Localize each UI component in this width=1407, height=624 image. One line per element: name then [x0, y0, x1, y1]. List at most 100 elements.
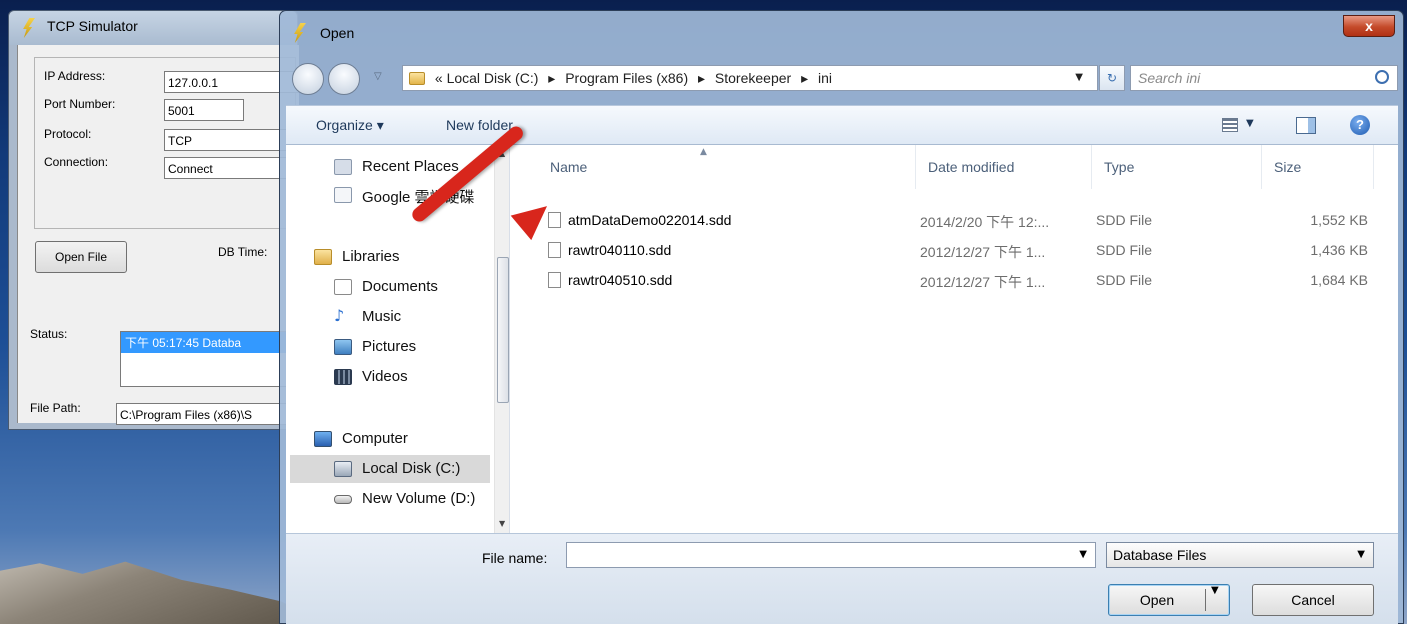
file-type-filter-value: Database Files [1113, 547, 1207, 563]
dialog-footer: File name: ▼ Database Files ▼ Open ▼ Can… [286, 533, 1398, 624]
help-icon[interactable]: ? [1350, 115, 1370, 135]
dialog-toolbar: Organize ▾ New folder ▼ ? [286, 105, 1398, 145]
file-name[interactable]: rawtr040110.sdd [568, 242, 671, 258]
new-folder-button[interactable]: New folder [446, 117, 513, 133]
file-icon [548, 242, 561, 258]
folder-icon [409, 72, 425, 85]
nav-item-label: Computer [342, 430, 408, 447]
nav-item-libraries[interactable]: Libraries [286, 243, 494, 271]
file-size: 1,552 KB [1310, 212, 1368, 228]
organize-button[interactable]: Organize ▾ [316, 117, 384, 134]
file-type-filter-select[interactable]: Database Files ▼ [1106, 542, 1374, 568]
close-button[interactable]: x [1343, 15, 1395, 37]
nav-item-label: Documents [362, 278, 438, 295]
nav-item-local-disk[interactable]: Local Disk (C:) [290, 455, 490, 483]
column-header-name[interactable]: Name [538, 145, 916, 189]
port-number-field[interactable]: 5001 [164, 99, 244, 121]
forward-button[interactable] [328, 63, 360, 95]
search-icon[interactable] [1375, 70, 1389, 84]
dialog-bolt-icon [294, 23, 306, 43]
recent-pages-chevron-icon[interactable]: ▽ [374, 71, 382, 82]
file-icon [548, 272, 561, 288]
open-dialog: Open x ▽ « Local Disk (C:) ▸ Program Fil… [279, 10, 1404, 624]
videos-icon [334, 369, 352, 385]
view-options-icon[interactable] [1222, 118, 1238, 132]
nav-item-pictures[interactable]: Pictures [286, 333, 494, 361]
file-size: 1,684 KB [1310, 272, 1368, 288]
file-type: SDD File [1096, 212, 1153, 228]
file-name-label: File name: [482, 550, 548, 566]
computer-icon [314, 431, 332, 447]
breadcrumb-separator-icon[interactable]: ▸ [801, 70, 808, 86]
file-name-input[interactable]: ▼ [566, 542, 1096, 568]
file-date: 2012/12/27 下午 1... [920, 244, 1046, 260]
app-bolt-icon [23, 18, 35, 38]
status-list[interactable]: 下午 05:17:45 Databa [120, 331, 296, 387]
breadcrumb-separator-icon[interactable]: ▸ [548, 70, 555, 86]
preview-pane-icon[interactable] [1296, 117, 1316, 134]
port-number-label: Port Number: [44, 97, 116, 111]
column-header-date-modified[interactable]: Date modified [916, 145, 1092, 189]
search-input[interactable]: Search ini [1130, 65, 1398, 91]
nav-scroll-thumb[interactable] [497, 257, 509, 403]
tcp-client-area: IP Address: 127.0.0.1 Port Number: 5001 … [17, 45, 306, 425]
nav-item-label: Pictures [362, 338, 417, 355]
status-list-item[interactable]: 下午 05:17:45 Databa [121, 332, 295, 353]
protocol-label: Protocol: [44, 127, 92, 141]
refresh-icon[interactable]: ↻ [1099, 65, 1125, 91]
file-row[interactable]: atmDataDemo022014.sdd 2014/2/20 下午 12:..… [510, 205, 1398, 235]
tcp-window-title: TCP Simulator [47, 18, 138, 34]
dialog-title-bar[interactable]: Open [280, 11, 1403, 51]
nav-scrollbar[interactable]: ▲ ▼ [494, 145, 509, 533]
address-dropdown-icon[interactable]: ▼ [1075, 72, 1083, 83]
recent-places-icon [334, 159, 352, 175]
back-button[interactable] [292, 63, 324, 95]
breadcrumb-separator-icon[interactable]: ▸ [698, 70, 705, 86]
file-name-dropdown-icon[interactable]: ▼ [1079, 549, 1087, 560]
tcp-title-bar[interactable]: TCP Simulator [9, 11, 297, 45]
nav-item-music[interactable]: ♪ Music [286, 303, 494, 331]
nav-item-new-volume[interactable]: New Volume (D:) [286, 485, 494, 513]
nav-item-videos[interactable]: Videos [286, 363, 494, 391]
tcp-simulator-window: TCP Simulator IP Address: 127.0.0.1 Port… [8, 10, 306, 430]
nav-item-label: Local Disk (C:) [362, 460, 461, 477]
file-type: SDD File [1096, 272, 1153, 288]
breadcrumb-ini[interactable]: ini [818, 70, 832, 86]
ip-address-label: IP Address: [44, 69, 106, 83]
nav-item-documents[interactable]: Documents [286, 273, 494, 301]
breadcrumb-storekeeper[interactable]: Storekeeper [715, 70, 791, 86]
filter-dropdown-icon[interactable]: ▼ [1357, 549, 1365, 560]
open-file-button[interactable]: Open File [35, 241, 127, 273]
file-row[interactable]: rawtr040510.sdd 2012/12/27 下午 1... SDD F… [510, 265, 1398, 295]
open-button[interactable]: Open ▼ [1108, 584, 1230, 616]
open-button-label: Open [1139, 592, 1175, 608]
pictures-icon [334, 339, 352, 355]
file-type: SDD File [1096, 242, 1153, 258]
file-path-field[interactable]: C:\Program Files (x86)\S [116, 403, 306, 425]
address-bar[interactable]: « Local Disk (C:) ▸ Program Files (x86) … [402, 65, 1098, 91]
file-date: 2012/12/27 下午 1... [920, 274, 1046, 290]
navigation-pane: Recent Places Google 雲端硬碟 Libraries Docu… [286, 145, 510, 533]
nav-item-computer[interactable]: Computer [286, 425, 494, 453]
cancel-button[interactable]: Cancel [1252, 584, 1374, 616]
music-icon: ♪ [334, 306, 345, 325]
file-size: 1,436 KB [1310, 242, 1368, 258]
file-path-label: File Path: [30, 401, 81, 415]
nav-item-label: New Volume (D:) [362, 490, 476, 507]
libraries-icon [314, 249, 332, 265]
open-dropdown-icon[interactable]: ▼ [1211, 585, 1219, 596]
nav-item-label: Videos [362, 368, 408, 385]
column-header-type[interactable]: Type [1092, 145, 1262, 189]
file-name[interactable]: rawtr040510.sdd [568, 272, 672, 288]
column-header-size[interactable]: Size [1262, 145, 1374, 189]
file-name[interactable]: atmDataDemo022014.sdd [568, 212, 731, 228]
breadcrumb-program-files[interactable]: Program Files (x86) [565, 70, 688, 86]
dialog-title: Open [320, 25, 355, 41]
db-time-label: DB Time: [218, 245, 268, 259]
scroll-down-icon[interactable]: ▼ [499, 519, 505, 528]
nav-item-label: Music [362, 308, 402, 325]
breadcrumb-local-disk[interactable]: Local Disk (C:) [447, 70, 539, 86]
file-date: 2014/2/20 下午 12:... [920, 214, 1050, 230]
file-row[interactable]: rawtr040110.sdd 2012/12/27 下午 1... SDD F… [510, 235, 1398, 265]
view-dropdown-icon[interactable]: ▼ [1246, 118, 1254, 129]
